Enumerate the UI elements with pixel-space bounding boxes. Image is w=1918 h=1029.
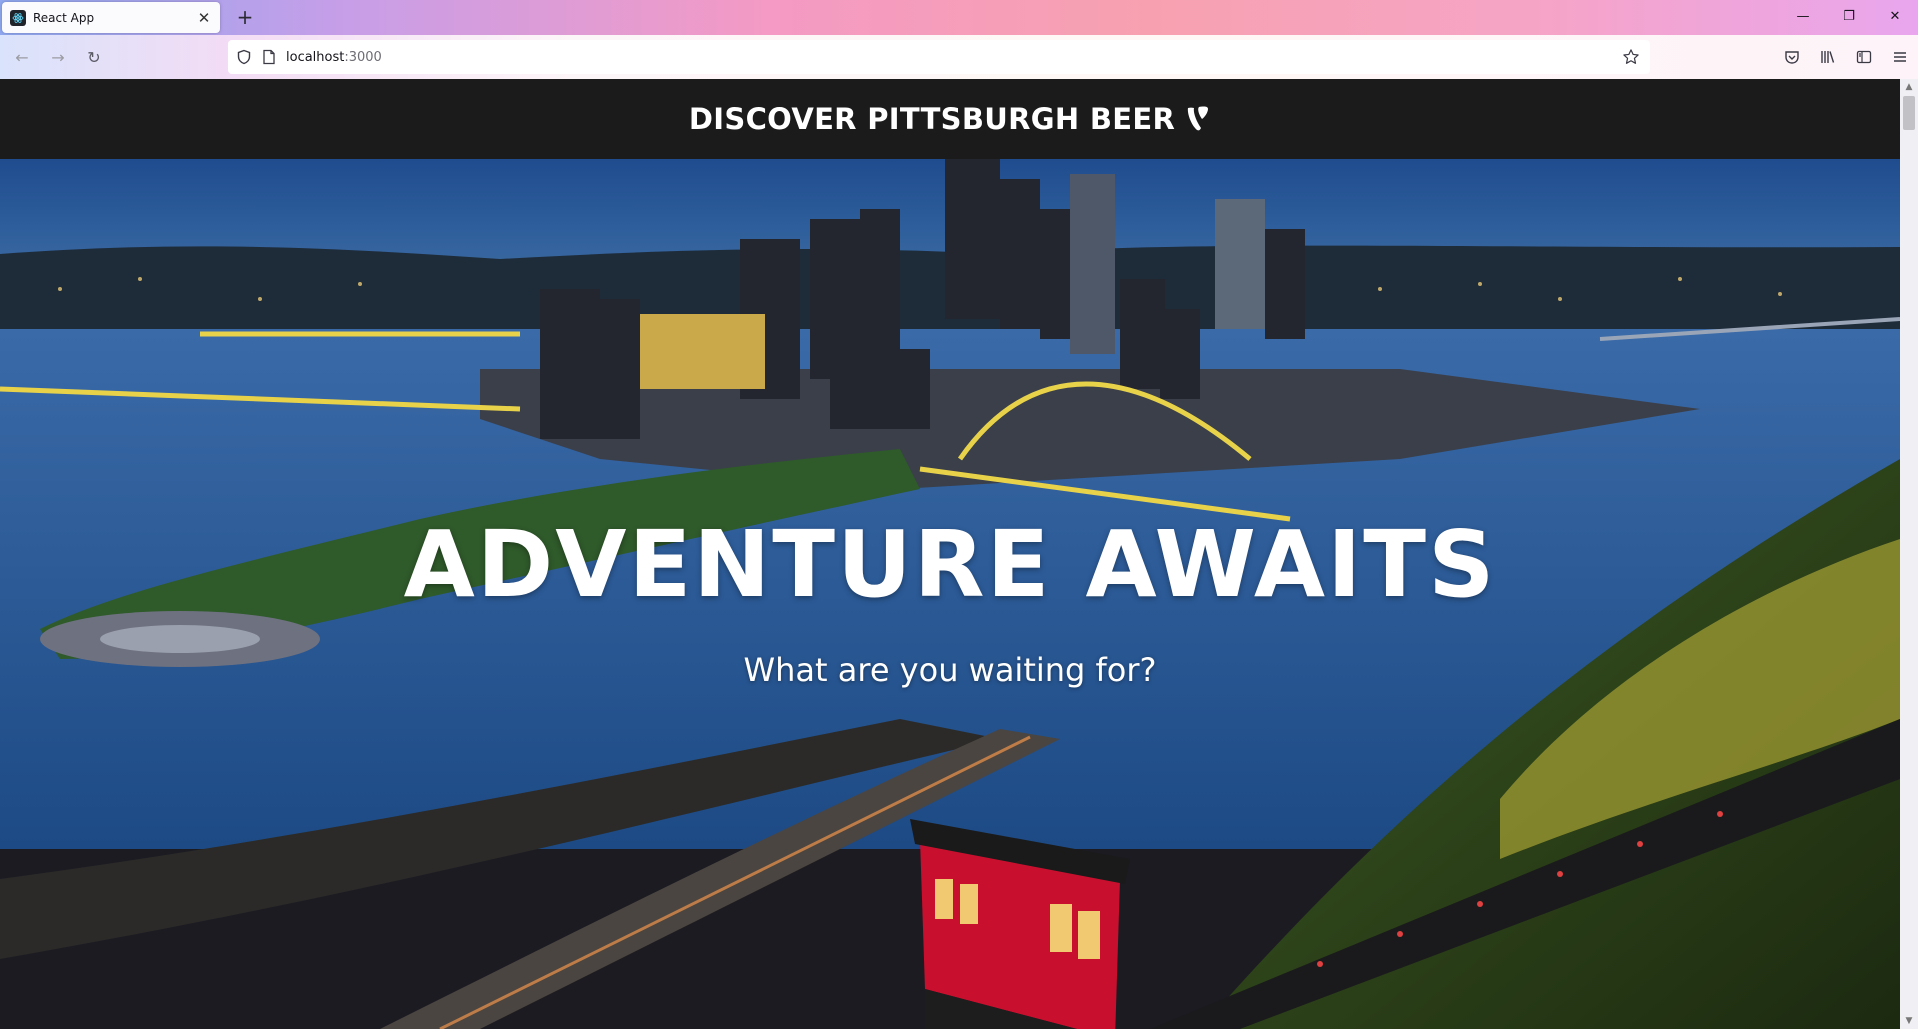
site-title-text: DISCOVER PITTSBURGH BEER <box>688 102 1176 136</box>
menu-icon[interactable] <box>1882 41 1918 73</box>
reload-button[interactable]: ↻ <box>76 41 112 73</box>
hero-section: ADVENTURE AWAITS What are you waiting fo… <box>0 159 1900 1029</box>
scroll-down-arrow-icon[interactable]: ▼ <box>1900 1013 1918 1029</box>
site-title[interactable]: DISCOVER PITTSBURGH BEER <box>689 102 1211 136</box>
library-icon[interactable] <box>1810 41 1846 73</box>
pocket-icon[interactable] <box>1774 41 1810 73</box>
url-port: :3000 <box>344 49 382 65</box>
bookmark-star-icon[interactable] <box>1622 48 1640 66</box>
browser-tab-strip: React App ✕ + — ❐ ✕ <box>0 0 1918 35</box>
restore-button[interactable]: ❐ <box>1826 0 1872 32</box>
typo3-logo-icon <box>1185 105 1211 133</box>
react-favicon-icon <box>10 9 26 26</box>
scroll-up-arrow-icon[interactable]: ▲ <box>1900 79 1918 95</box>
site-header: DISCOVER PITTSBURGH BEER <box>0 79 1900 159</box>
hero-subheadline: What are you waiting for? <box>743 651 1157 689</box>
browser-navigation-bar: ← → ↻ localhost:3000 <box>0 35 1918 79</box>
new-tab-button[interactable]: + <box>232 4 258 30</box>
sidebar-icon[interactable] <box>1846 41 1882 73</box>
hero-headline: ADVENTURE AWAITS <box>403 511 1497 618</box>
browser-tab[interactable]: React App ✕ <box>2 2 220 33</box>
page-info-icon[interactable] <box>262 49 276 65</box>
page-scrollbar[interactable]: ▲ ▼ <box>1900 79 1918 1029</box>
incline-car <box>910 819 1130 1029</box>
forward-button[interactable]: → <box>40 41 76 73</box>
tab-title: React App <box>33 10 95 25</box>
close-window-button[interactable]: ✕ <box>1872 0 1918 32</box>
shield-icon[interactable] <box>236 49 252 65</box>
back-button[interactable]: ← <box>4 41 40 73</box>
window-controls: — ❐ ✕ <box>1780 0 1918 35</box>
toolbar-right <box>1774 41 1918 73</box>
minimize-button[interactable]: — <box>1780 0 1826 32</box>
url-host: localhost <box>286 49 345 65</box>
tab-close-icon[interactable]: ✕ <box>196 9 212 27</box>
url-bar[interactable]: localhost:3000 <box>228 40 1650 74</box>
page-viewport: DISCOVER PITTSBURGH BEER ADVENTURE AWAIT… <box>0 79 1900 1029</box>
scroll-thumb[interactable] <box>1903 96 1915 130</box>
